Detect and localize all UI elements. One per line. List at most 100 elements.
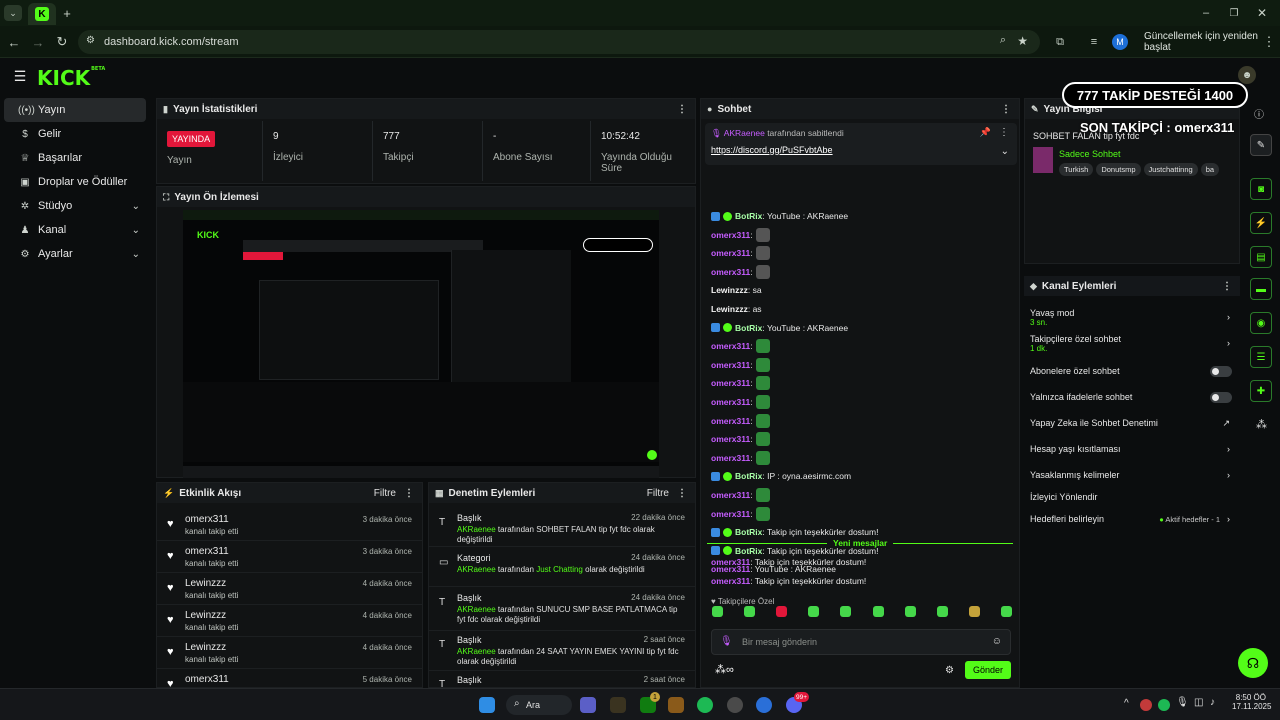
chrome-icon[interactable] [756,697,772,713]
filter-button[interactable]: Filtre [374,488,396,499]
mod-user[interactable]: AKRaenee [457,525,496,534]
chat-username[interactable]: omerx311 [711,230,750,240]
chat-username[interactable]: omerx311 [711,509,750,519]
chat-username[interactable]: omerx311 [711,378,750,388]
chat-username[interactable]: omerx311 [711,490,750,500]
apps-icon[interactable]: ⁂ [1256,418,1267,431]
chat-username[interactable]: omerx311 [711,557,750,567]
emote-icon[interactable] [744,606,756,617]
browser-tab[interactable]: K [28,3,56,25]
ai-mod-row[interactable]: Yapay Zeka ile Sohbet Denetimi ↗ [1030,418,1234,428]
chat-username[interactable]: omerx311 [711,397,750,407]
subs-chat-toggle[interactable] [1210,366,1232,377]
forward-icon[interactable]: → [30,34,46,50]
chat-username[interactable]: omerx311 [711,453,750,463]
chat-username[interactable]: Lewinzzz [711,304,748,314]
minimize-icon[interactable]: – [1196,4,1216,22]
chat-username[interactable]: BotRix [735,471,762,481]
start-icon[interactable] [479,697,495,713]
more-menu-icon[interactable]: ⋮ [1222,281,1232,292]
document-icon[interactable]: ▤ [1250,246,1272,268]
mod-user[interactable]: AKRaenee [457,605,496,614]
reload-icon[interactable]: ↻ [54,34,70,50]
chat-username[interactable]: BotRix [735,527,762,537]
chat-tools-icon[interactable]: ⁂∞ [715,663,734,676]
slow-mode-row[interactable]: Yavaş mod 3 sn. › [1030,308,1234,327]
send-button[interactable]: Gönder [965,661,1011,679]
tag[interactable]: Turkish [1059,163,1094,176]
broadcast-icon[interactable]: ◉ [1250,312,1272,334]
emote-icon[interactable] [1000,606,1012,617]
edit-icon[interactable]: ✎ [1250,134,1272,156]
hamburger-menu-icon[interactable]: ☰ [12,68,28,84]
volume-icon[interactable]: ♪ [1210,697,1215,708]
update-button[interactable]: Güncellemek için yeniden başlat [1136,31,1280,53]
tray-app-icon[interactable] [1140,699,1152,711]
banned-words-row[interactable]: Yasaklanmış kelimeler › [1030,470,1234,480]
chat-settings-icon[interactable]: ⚙ [945,665,954,676]
more-menu-icon[interactable]: ⋮ [677,104,687,115]
chat-username[interactable]: omerx311 [711,360,750,370]
site-info-icon[interactable]: ⚙ [86,35,95,46]
url-input[interactable]: ⚙ dashboard.kick.com/stream ⌕ ★ [78,30,1040,54]
user-avatar[interactable]: ☻ [1238,66,1256,84]
media-icon[interactable]: ≡ [1086,34,1102,50]
sidebar-item-studyo[interactable]: ✲ Stüdyo ⌄ [4,194,146,218]
extensions-icon[interactable]: ⧉ [1052,34,1068,50]
sidebar-item-yayin[interactable]: ((•)) Yayın [4,98,146,122]
new-tab-icon[interactable]: + [60,5,74,21]
host-row[interactable]: İzleyici Yönlendir [1030,492,1234,502]
pinned-link[interactable]: https://discord.gg/PuSFvbtAbe [711,145,833,155]
more-menu-icon[interactable]: ⋮ [404,488,414,499]
sidebar-item-basarilar[interactable]: ♕ Başarılar [4,146,146,170]
followers-chat-row[interactable]: Takipçilere özel sohbet 1 dk. › [1030,334,1234,353]
more-menu-icon[interactable]: ⋮ [1001,104,1011,115]
emote-icon[interactable] [968,606,980,617]
pin-icon[interactable]: 📌 [980,127,991,138]
tag[interactable]: Donutsmp [1096,163,1141,176]
emotes-chat-toggle[interactable] [1210,392,1232,403]
goals-row[interactable]: Hedefleri belirleyin ● Aktif hedefler - 1… [1030,514,1234,524]
chat-username[interactable]: omerx311 [711,434,750,444]
chat-username[interactable]: Lewinzzz [711,285,748,295]
emote-icon[interactable] [904,606,916,617]
app-icon[interactable] [727,697,743,713]
chat-icon[interactable]: ▬ [1250,278,1272,300]
mod-user[interactable]: AKRaenee [457,565,496,574]
account-age-row[interactable]: Hesap yaşı kısıtlaması › [1030,444,1234,454]
chat-username[interactable]: omerx311 [711,576,750,586]
layers-icon[interactable]: ☰ [1250,346,1272,368]
roblox-icon[interactable] [668,697,684,713]
pinned-user[interactable]: AKRaenee [724,128,765,138]
chat-username[interactable]: BotRix [735,211,762,221]
category-name[interactable]: Sadece Sohbet [1059,149,1121,159]
chat-username[interactable]: omerx311 [711,248,750,258]
tag[interactable]: ba [1200,163,1220,176]
support-headset-icon[interactable]: ☊ [1238,648,1268,678]
lightning-icon[interactable]: ⚡ [1250,212,1272,234]
emote-icon[interactable] [712,606,723,617]
sidebar-item-droplar[interactable]: ▣ Droplar ve Ödüller [4,170,146,194]
profile-avatar[interactable]: M [1112,34,1128,50]
teams-icon[interactable] [580,697,596,713]
chat-input[interactable]: 🎙 Bir mesaj gönderin ☺ [711,629,1011,655]
stream-preview-video[interactable]: KICK [183,210,659,478]
chevron-down-icon[interactable]: ⌄ [1001,146,1009,157]
info-icon[interactable]: ⓘ [1254,106,1264,121]
tray-chevron-icon[interactable]: ^ [1124,698,1129,709]
emoji-icon[interactable]: ☺ [992,636,1002,647]
spotify-icon[interactable] [697,697,713,713]
more-menu-icon[interactable]: ⋮ [999,127,1009,138]
tab-search-icon[interactable]: ⌄ [4,5,22,21]
taskbar-search[interactable]: ⌕ Ara [506,695,572,715]
close-icon[interactable]: ✕ [1252,4,1272,22]
emote-icon[interactable] [872,606,884,617]
sidebar-item-ayarlar[interactable]: ⚙ Ayarlar ⌄ [4,242,146,266]
bookmark-star-icon[interactable]: ★ [1017,34,1028,48]
sidebar-item-kanal[interactable]: ♟ Kanal ⌄ [4,218,146,242]
zoom-icon[interactable]: ⌕ [1000,34,1006,47]
clip-icon[interactable]: ◙ [1250,178,1272,200]
emote-icon[interactable] [776,606,788,617]
emote-icon[interactable] [936,606,948,617]
sidebar-item-gelir[interactable]: $ Gelir [4,122,146,146]
